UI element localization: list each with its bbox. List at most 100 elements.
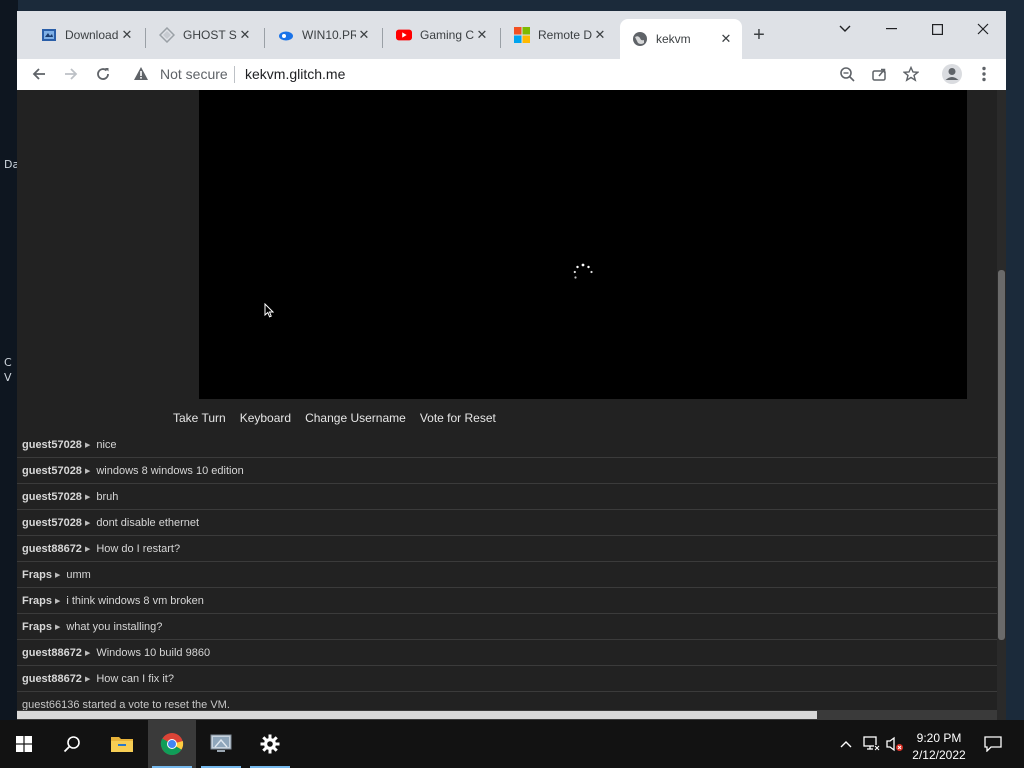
chat-username: Fraps bbox=[22, 620, 52, 633]
tab-title: kekvm bbox=[656, 32, 691, 46]
chrome-menu-button[interactable] bbox=[970, 59, 998, 89]
warning-icon[interactable] bbox=[133, 66, 149, 86]
loading-spinner-icon bbox=[573, 263, 593, 279]
start-button[interactable] bbox=[0, 720, 48, 768]
profile-button[interactable] bbox=[938, 59, 966, 89]
arrow-right-icon: ▶ bbox=[84, 649, 91, 657]
tab-ghost-sp[interactable]: GHOST SP ✕ bbox=[147, 21, 261, 49]
vote-for-reset-button[interactable]: Vote for Reset bbox=[420, 411, 496, 427]
tab-close-icon[interactable]: ✕ bbox=[356, 27, 372, 43]
network-tray-button[interactable] bbox=[860, 720, 882, 768]
share-icon bbox=[872, 68, 886, 81]
tab-close-icon[interactable]: ✕ bbox=[237, 27, 253, 43]
tab-close-icon[interactable]: ✕ bbox=[119, 27, 135, 43]
tab-strip: Download ✕ GHOST SP ✕ WIN10.PR ✕ Gaming … bbox=[17, 11, 1006, 59]
settings-taskbar-button[interactable] bbox=[246, 720, 294, 768]
tab-close-icon[interactable]: ✕ bbox=[592, 27, 608, 43]
browser-toolbar: Not secure kekvm.glitch.me bbox=[17, 59, 1006, 91]
chat-text: How can I fix it? bbox=[96, 672, 174, 685]
tab-title: Remote D bbox=[538, 28, 592, 42]
tab-title: Download bbox=[65, 28, 119, 42]
chat-message: guest88672 ▶ How can I fix it? bbox=[17, 666, 997, 692]
reload-button[interactable] bbox=[89, 59, 117, 89]
arrow-right-icon: ▶ bbox=[84, 467, 91, 475]
maximize-button[interactable] bbox=[914, 15, 960, 43]
arrow-right-icon: ▶ bbox=[84, 545, 91, 553]
star-icon bbox=[903, 66, 919, 82]
tab-title: Gaming C bbox=[420, 28, 474, 42]
vertical-scrollbar[interactable] bbox=[997, 90, 1006, 720]
tab-download[interactable]: Download ✕ bbox=[29, 21, 143, 49]
chat-text: Windows 10 build 9860 bbox=[96, 646, 211, 659]
file-explorer-button[interactable] bbox=[98, 720, 146, 768]
clock-time: 9:20 PM bbox=[916, 731, 962, 745]
back-button[interactable] bbox=[25, 59, 53, 89]
tab-search-button[interactable] bbox=[822, 15, 868, 43]
tab-title: GHOST SP bbox=[183, 28, 237, 42]
horizontal-scrollbar[interactable] bbox=[17, 710, 997, 720]
minimize-icon bbox=[885, 28, 897, 30]
tab-win10-pr[interactable]: WIN10.PR ✕ bbox=[266, 21, 380, 49]
change-username-button[interactable]: Change Username bbox=[305, 411, 406, 427]
chat-message: Fraps ▶ umm bbox=[17, 562, 997, 588]
url-text[interactable]: kekvm.glitch.me bbox=[245, 66, 345, 82]
globe-favicon-icon bbox=[632, 31, 648, 47]
chat-message: Fraps ▶ i think windows 8 vm broken bbox=[17, 588, 997, 614]
chat-text: nice bbox=[96, 438, 117, 451]
new-tab-label: + bbox=[753, 23, 765, 46]
chevron-down-icon bbox=[839, 25, 851, 32]
remote-desktop-icon bbox=[210, 734, 232, 752]
take-turn-button[interactable]: Take Turn bbox=[173, 411, 226, 427]
taskbar-clock[interactable]: 9:20 PM 2/12/2022 bbox=[906, 730, 972, 764]
volume-muted-icon bbox=[886, 736, 903, 752]
tab-separator bbox=[264, 28, 265, 48]
bookmark-button[interactable] bbox=[897, 59, 925, 89]
chat-text: How do I restart? bbox=[96, 542, 181, 555]
minimize-button[interactable] bbox=[868, 15, 914, 43]
notification-icon bbox=[984, 736, 1002, 752]
tab-close-icon[interactable]: ✕ bbox=[718, 31, 734, 47]
zoom-button[interactable] bbox=[833, 59, 861, 89]
vm-display[interactable] bbox=[199, 90, 967, 399]
windows-logo-icon bbox=[16, 736, 32, 752]
forward-button[interactable] bbox=[57, 59, 85, 89]
show-hidden-icons-button[interactable] bbox=[836, 720, 856, 768]
network-icon bbox=[863, 736, 880, 751]
kebab-menu-icon bbox=[982, 66, 986, 82]
remote-desktop-taskbar-button[interactable] bbox=[197, 720, 245, 768]
tab-remote-d[interactable]: Remote D ✕ bbox=[502, 21, 616, 49]
volume-tray-button[interactable] bbox=[884, 720, 906, 768]
chat-message: guest88672 ▶ Windows 10 build 9860 bbox=[17, 640, 997, 666]
chat-text: i think windows 8 vm broken bbox=[66, 594, 204, 607]
new-tab-button[interactable]: + bbox=[748, 24, 770, 46]
keyboard-button[interactable]: Keyboard bbox=[240, 411, 291, 427]
security-status[interactable]: Not secure bbox=[160, 66, 228, 82]
scrollbar-thumb[interactable] bbox=[998, 270, 1005, 640]
ghost-favicon-icon bbox=[159, 27, 175, 43]
arrow-right-icon: ▶ bbox=[54, 571, 61, 579]
zoom-out-icon bbox=[840, 67, 855, 82]
tab-separator bbox=[145, 28, 146, 48]
desktop-icon-label: V bbox=[4, 371, 12, 384]
tab-separator bbox=[382, 28, 383, 48]
arrow-right-icon: ▶ bbox=[84, 675, 91, 683]
tab-separator bbox=[500, 28, 501, 48]
search-icon bbox=[63, 736, 80, 753]
chrome-window: Download ✕ GHOST SP ✕ WIN10.PR ✕ Gaming … bbox=[17, 11, 1006, 720]
close-window-button[interactable] bbox=[960, 15, 1006, 43]
chat-text: bruh bbox=[96, 490, 119, 503]
tab-close-icon[interactable]: ✕ bbox=[474, 27, 490, 43]
tab-kekvm[interactable]: kekvm ✕ bbox=[620, 19, 742, 59]
chat-message: guest57028 ▶ bruh bbox=[17, 484, 997, 510]
clock-date: 2/12/2022 bbox=[912, 748, 966, 762]
action-center-button[interactable] bbox=[978, 720, 1008, 768]
arrow-right-icon: ▶ bbox=[54, 623, 61, 631]
chrome-taskbar-button[interactable] bbox=[148, 720, 196, 768]
chat-username: guest57028 bbox=[22, 490, 82, 503]
tab-gaming[interactable]: Gaming C ✕ bbox=[384, 21, 498, 49]
search-button[interactable] bbox=[48, 720, 96, 768]
chat-username: guest88672 bbox=[22, 646, 82, 659]
vm-controls: Take Turn Keyboard Change Username Vote … bbox=[173, 411, 510, 427]
share-button[interactable] bbox=[865, 59, 893, 89]
scrollbar-thumb[interactable] bbox=[17, 711, 817, 719]
